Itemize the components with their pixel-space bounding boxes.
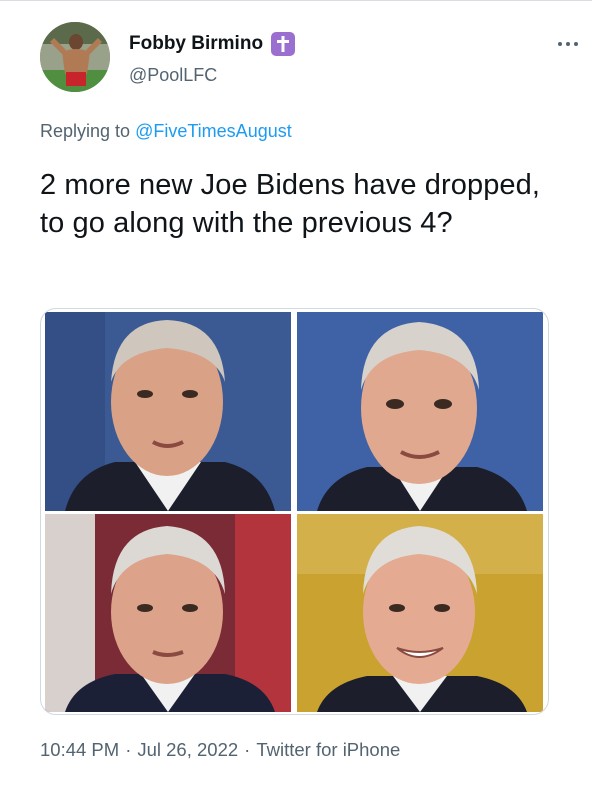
- reply-mention-link[interactable]: @FiveTimesAugust: [135, 121, 292, 141]
- top-divider: [0, 0, 592, 1]
- media-image-2[interactable]: [297, 312, 543, 511]
- replying-to: Replying to @FiveTimesAugust: [40, 121, 292, 142]
- tweet-header: Fobby Birmino @PoolLFC: [40, 22, 578, 96]
- media-image-4[interactable]: [297, 514, 543, 712]
- meta-separator: ·: [244, 739, 251, 760]
- more-options-icon[interactable]: [550, 34, 586, 54]
- meta-separator: ·: [125, 739, 132, 760]
- avatar[interactable]: [40, 22, 110, 92]
- tweet-date[interactable]: Jul 26, 2022: [137, 739, 238, 760]
- media-image-1[interactable]: [45, 312, 291, 511]
- name-row: Fobby Birmino: [129, 32, 296, 56]
- tweet-text: 2 more new Joe Bidens have dropped, to g…: [40, 169, 541, 239]
- tweet-meta: 10:44 PM · Jul 26, 2022 · Twitter for iPhone: [40, 739, 400, 761]
- tweet-source: Twitter for iPhone: [256, 739, 401, 760]
- replying-prefix: Replying to: [40, 121, 131, 141]
- media-image-3[interactable]: [45, 514, 291, 712]
- user-handle[interactable]: @PoolLFC: [129, 65, 217, 86]
- tweet-time[interactable]: 10:44 PM: [40, 739, 119, 760]
- media-grid[interactable]: [40, 308, 549, 715]
- display-name[interactable]: Fobby Birmino: [129, 33, 263, 55]
- cross-icon: [271, 32, 296, 56]
